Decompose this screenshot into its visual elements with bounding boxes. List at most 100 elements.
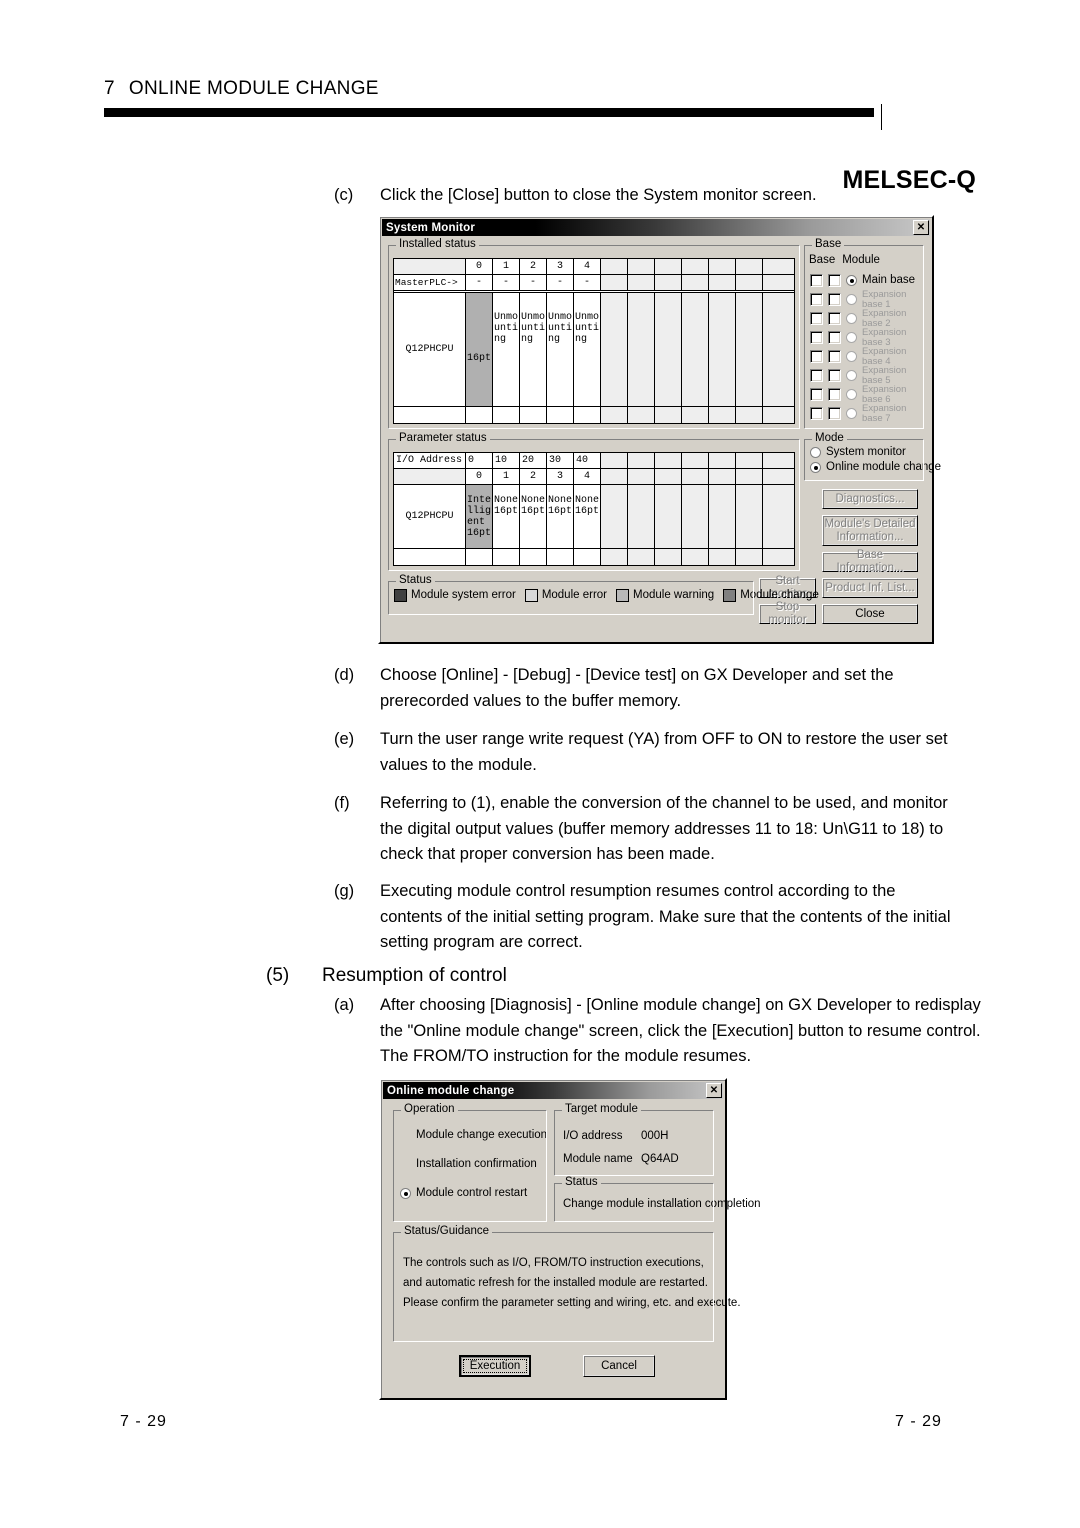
base-radio-1[interactable] (846, 294, 857, 305)
base-checkbox-1[interactable] (810, 293, 823, 306)
base-item-expansion-base-7[interactable]: Expansion base 7 (810, 403, 920, 423)
base-item-expansion-base-5[interactable]: Expansion base 5 (810, 365, 920, 385)
base-checkbox-6[interactable] (810, 388, 823, 401)
param-slot-2[interactable]: None 16pt (520, 484, 547, 549)
module-checkbox-1[interactable] (828, 293, 841, 306)
base-checkbox-0[interactable] (810, 274, 823, 287)
slot-header-4: 4 (574, 259, 601, 274)
status-swatch-module-error (524, 589, 538, 602)
master-value-11 (763, 274, 794, 290)
execution-button[interactable]: Execution (459, 1355, 531, 1377)
mode-radio-1[interactable] (810, 462, 821, 473)
param-slot-1[interactable]: None 16pt (493, 484, 520, 549)
module-checkbox-6[interactable] (828, 388, 841, 401)
installed-slot-11 (763, 292, 794, 407)
param-slot-header-11 (763, 468, 794, 484)
installed-slot-1-text: Unmounting (494, 311, 519, 345)
param-slot-7 (655, 484, 682, 549)
master-value-3: - (547, 274, 574, 290)
base-checkbox-7[interactable] (810, 407, 823, 420)
param-slot-3-text: None 16pt (548, 494, 573, 517)
base-information-button[interactable]: Base Information... (822, 549, 918, 574)
base-item-expansion-base-6[interactable]: Expansion base 6 (810, 384, 920, 404)
operation-item-installation-confirmation[interactable]: Installation confirmation (416, 1158, 537, 1171)
execution-button-label: Execution (463, 1359, 527, 1373)
module-detailed-information-button[interactable]: Module's Detailed Information... (822, 515, 918, 546)
base-checkbox-5[interactable] (810, 369, 823, 382)
io-address-label: I/O address (563, 1130, 623, 1142)
diagnostics-button[interactable]: Diagnostics... (822, 489, 918, 509)
parameter-status-footer-row (394, 549, 794, 565)
mode-option-system-monitor[interactable]: System monitor (810, 446, 906, 459)
io-address-7 (655, 453, 682, 468)
installed-slot-1[interactable]: Unmounting (493, 292, 520, 407)
base-checkbox-2[interactable] (810, 312, 823, 325)
module-name-value: Q64AD (641, 1153, 679, 1165)
mode-radio-0[interactable] (810, 447, 821, 458)
base-item-expansion-base-3[interactable]: Expansion base 3 (810, 327, 920, 347)
module-checkbox-3[interactable] (828, 331, 841, 344)
installed-slot-4-text: Unmounting (575, 311, 600, 345)
footer-page-number-left: 7 - 29 (120, 1413, 167, 1430)
step-5a-marker: (a) (334, 996, 355, 1014)
module-checkbox-0[interactable] (828, 274, 841, 287)
system-monitor-title: System Monitor (386, 221, 476, 234)
param-slot-0[interactable]: Intelligent 16pt (466, 484, 493, 549)
status-text: Change module installation completion (563, 1198, 761, 1210)
installed-status-corner (394, 259, 466, 274)
mode-option-online-module-change[interactable]: Online module change (810, 461, 941, 474)
base-item-expansion-base-1[interactable]: Expansion base 1 (810, 289, 920, 309)
slot-header-6 (628, 259, 655, 274)
base-radio-3[interactable] (846, 332, 857, 343)
cancel-button[interactable]: Cancel (583, 1355, 655, 1377)
installed-slot-3[interactable]: Unmounting (547, 292, 574, 407)
master-value-0: - (466, 274, 493, 290)
base-radio-4[interactable] (846, 351, 857, 362)
system-monitor-titlebar[interactable]: System Monitor ✕ (382, 219, 930, 236)
base-radio-5[interactable] (846, 370, 857, 381)
base-checkbox-3[interactable] (810, 331, 823, 344)
param-slot-4[interactable]: None 16pt (574, 484, 601, 549)
base-item-expansion-base-4[interactable]: Expansion base 4 (810, 346, 920, 366)
param-slot-3[interactable]: None 16pt (547, 484, 574, 549)
installed-module-row: Q12PHCPU 16pt Unmounting Unmounting Unmo… (394, 292, 794, 408)
operation-label-2: Module control restart (416, 1187, 528, 1199)
stop-monitor-button[interactable]: Stop monitor (759, 601, 816, 626)
base-radio-2[interactable] (846, 313, 857, 324)
base-radio-7[interactable] (846, 408, 857, 419)
base-legend: Base (812, 238, 845, 250)
master-value-4: - (574, 274, 601, 290)
installed-slot-0[interactable]: 16pt (466, 292, 493, 407)
operation-item-module-control-restart[interactable]: Module control restart (400, 1187, 527, 1200)
base-checkbox-4[interactable] (810, 350, 823, 363)
module-checkbox-2[interactable] (828, 312, 841, 325)
parameter-module-row: Q12PHCPU Intelligent 16pt None 16pt None… (394, 484, 794, 550)
installed-slot-4[interactable]: Unmounting (574, 292, 601, 407)
installed-slot-2[interactable]: Unmounting (520, 292, 547, 407)
base-radio-0[interactable] (846, 275, 857, 286)
module-checkbox-7[interactable] (828, 407, 841, 420)
product-inf-list-button[interactable]: Product Inf. List... (822, 578, 918, 598)
close-icon[interactable]: ✕ (913, 220, 929, 235)
step-c-text: Click the [Close] button to close the Sy… (380, 186, 817, 204)
operation-item-module-change-execution[interactable]: Module change execution (416, 1129, 547, 1142)
master-value-10 (736, 274, 763, 290)
step-e: (e) Turn the user range write request (Y… (334, 727, 982, 778)
io-address-5 (601, 453, 628, 468)
close-icon[interactable]: ✕ (706, 1083, 722, 1098)
step-e-marker: (e) (334, 730, 355, 748)
slot-header-2: 2 (520, 259, 547, 274)
base-radio-6[interactable] (846, 389, 857, 400)
module-checkbox-5[interactable] (828, 369, 841, 382)
operation-radio-2[interactable] (400, 1188, 411, 1199)
close-button[interactable]: Close (822, 604, 918, 624)
base-item-main-base[interactable]: Main base (810, 271, 920, 290)
slot-header-0: 0 (466, 259, 493, 274)
installed-slot-0-text: 16pt (467, 353, 492, 365)
param-slot-header-8 (682, 468, 709, 484)
installed-slot-9 (709, 292, 736, 407)
online-module-change-titlebar[interactable]: Online module change ✕ (383, 1082, 723, 1099)
base-item-expansion-base-2[interactable]: Expansion base 2 (810, 308, 920, 328)
base-label-0: Main base (862, 274, 916, 286)
module-checkbox-4[interactable] (828, 350, 841, 363)
